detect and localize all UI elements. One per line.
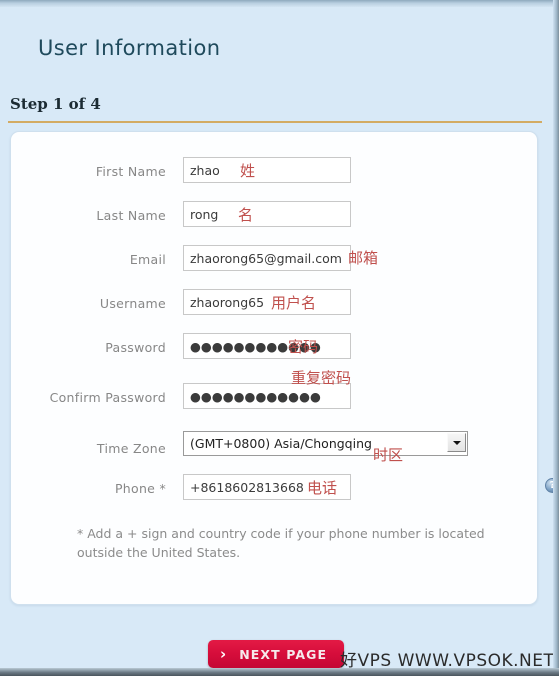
step-indicator: Step 1 of 4 (10, 95, 101, 113)
annotation-email: 邮箱 (348, 249, 379, 267)
label-password: Password (105, 340, 166, 355)
form-row-confirm-password: Confirm Password 重复密码 (11, 369, 537, 421)
next-page-button[interactable]: › NEXT PAGE (208, 640, 344, 668)
last-name-input[interactable] (183, 201, 351, 227)
form-row-time-zone: Time Zone (GMT+0800) Asia/Chongqing 时区 (11, 421, 537, 469)
user-information-form-card: First Name 姓 Last Name 名 Email 邮 (10, 131, 559, 605)
window-right-edge (553, 0, 559, 676)
field-last-name: 名 (183, 201, 351, 227)
password-input[interactable] (183, 333, 351, 359)
form-row-email: Email 邮箱 (11, 245, 537, 289)
time-zone-selected-value: (GMT+0800) Asia/Chongqing (183, 431, 468, 456)
chevron-right-icon: › (220, 644, 227, 663)
browser-window: User Information Step 1 of 4 First Name … (0, 0, 559, 676)
label-username: Username (99, 296, 166, 311)
field-email: 邮箱 (183, 245, 378, 271)
label-time-zone: Time Zone (96, 441, 166, 456)
next-page-label: NEXT PAGE (239, 646, 328, 662)
username-input[interactable] (183, 289, 351, 315)
label-last-name: Last Name (96, 208, 166, 223)
form-row-first-name: First Name 姓 (11, 157, 537, 201)
field-password: 密码 (183, 333, 351, 359)
chevron-down-icon[interactable] (447, 433, 466, 452)
page-title: User Information (38, 36, 221, 60)
field-phone: 电话 ? (183, 474, 559, 500)
window-bottom-edge (0, 668, 559, 676)
form-row-phone: Phone * 电话 ? (11, 469, 559, 509)
field-first-name: 姓 (183, 157, 351, 183)
field-username: 用户名 (183, 289, 351, 315)
header-divider (8, 121, 542, 123)
email-input[interactable] (183, 245, 351, 271)
form-field-list: First Name 姓 Last Name 名 Email 邮 (11, 157, 559, 509)
field-time-zone: (GMT+0800) Asia/Chongqing 时区 (183, 431, 468, 464)
label-confirm-password: Confirm Password (49, 390, 166, 405)
form-row-username: Username 用户名 (11, 289, 537, 333)
form-row-password: Password 密码 (11, 333, 537, 377)
label-email: Email (129, 252, 166, 267)
phone-hint-text: * Add a + sign and country code if your … (77, 526, 485, 560)
phone-input[interactable] (183, 474, 351, 500)
label-phone: Phone * (114, 481, 166, 496)
confirm-password-input[interactable] (183, 383, 351, 409)
first-name-input[interactable] (183, 157, 351, 183)
form-row-last-name: Last Name 名 (11, 201, 537, 245)
field-confirm-password: 重复密码 (183, 369, 351, 409)
window-top-edge (0, 0, 559, 7)
label-first-name: First Name (95, 164, 166, 179)
time-zone-select[interactable]: (GMT+0800) Asia/Chongqing (183, 431, 468, 456)
